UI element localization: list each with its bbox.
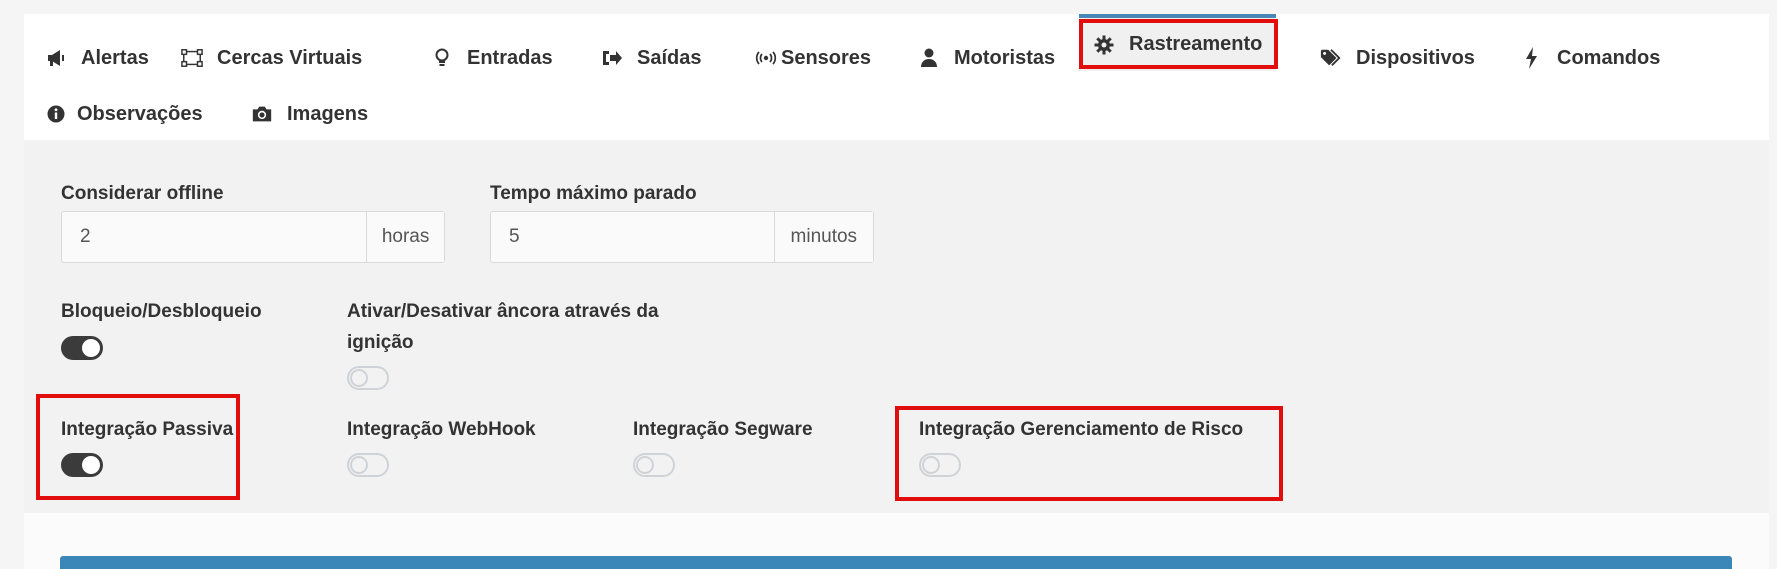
broadcast-icon: [755, 51, 777, 65]
save-button-bar[interactable]: [60, 556, 1732, 569]
segware-toggle[interactable]: [633, 453, 675, 477]
tab-label: Sensores: [781, 46, 872, 69]
max-stop-minutes-input[interactable]: [491, 212, 774, 262]
tab-saidas[interactable]: Saídas: [601, 30, 701, 86]
tab-label: Entradas: [467, 46, 553, 69]
tab-label: Alertas: [81, 46, 149, 69]
max-stop-label: Tempo máximo parado: [490, 183, 697, 204]
tab-entradas[interactable]: Entradas: [431, 30, 553, 86]
highlight-box-passiva: [36, 394, 240, 500]
offline-input-group: horas: [61, 211, 445, 263]
tab-motoristas[interactable]: Motoristas: [918, 30, 1055, 86]
toggle-knob: [350, 369, 368, 387]
max-stop-input-group: minutos: [490, 211, 874, 263]
toggle-knob: [636, 456, 654, 474]
sign-out-icon: [601, 49, 623, 67]
bloqueio-label: Bloqueio/Desbloqueio: [61, 301, 262, 322]
tab-sensores[interactable]: Sensores: [755, 30, 871, 86]
toggle-knob: [350, 456, 368, 474]
lightbulb-icon: [431, 48, 453, 68]
toggle-knob: [82, 339, 100, 357]
ancora-label-line2: ignição: [347, 332, 414, 353]
camera-icon: [251, 104, 273, 124]
max-stop-unit-addon: minutos: [773, 212, 873, 262]
user-icon: [918, 48, 940, 68]
tab-dispositivos[interactable]: Dispositivos: [1320, 30, 1475, 86]
offline-unit-addon: horas: [366, 212, 444, 262]
tab-label: Dispositivos: [1356, 46, 1475, 69]
webhook-label: Integração WebHook: [347, 419, 536, 440]
tab-alertas[interactable]: Alertas: [45, 30, 149, 86]
segware-label: Integração Segware: [633, 419, 813, 440]
tab-label: Motoristas: [954, 46, 1056, 69]
highlight-box-rastreamento: [1079, 19, 1278, 69]
tab-label: Observações: [77, 102, 203, 125]
ancora-toggle[interactable]: [347, 366, 389, 390]
info-circle-icon: [45, 105, 67, 123]
ancora-label: Ativar/Desativar âncora através da igniç…: [347, 296, 659, 358]
highlight-box-risco: [895, 406, 1283, 501]
tab-comandos[interactable]: Comandos: [1521, 30, 1660, 86]
tab-label: Cercas Virtuais: [217, 46, 363, 69]
tags-icon: [1320, 48, 1342, 68]
offline-hours-input[interactable]: [62, 212, 367, 262]
tab-label: Imagens: [287, 102, 369, 125]
tab-bar: Alertas Cercas Virtuais Entradas Saídas …: [24, 14, 1769, 140]
bolt-icon: [1521, 47, 1543, 69]
offline-label: Considerar offline: [61, 183, 224, 204]
webhook-toggle[interactable]: [347, 453, 389, 477]
ancora-label-line1: Ativar/Desativar âncora através da: [347, 301, 659, 322]
bullhorn-icon: [45, 49, 67, 67]
tab-observacoes[interactable]: Observações: [45, 86, 203, 142]
tab-label: Saídas: [637, 46, 702, 69]
bloqueio-toggle[interactable]: [61, 336, 103, 360]
tab-label: Comandos: [1557, 46, 1661, 69]
vector-square-icon: [181, 48, 203, 68]
tab-imagens[interactable]: Imagens: [251, 86, 368, 142]
tab-cercas-virtuais[interactable]: Cercas Virtuais: [181, 30, 362, 86]
